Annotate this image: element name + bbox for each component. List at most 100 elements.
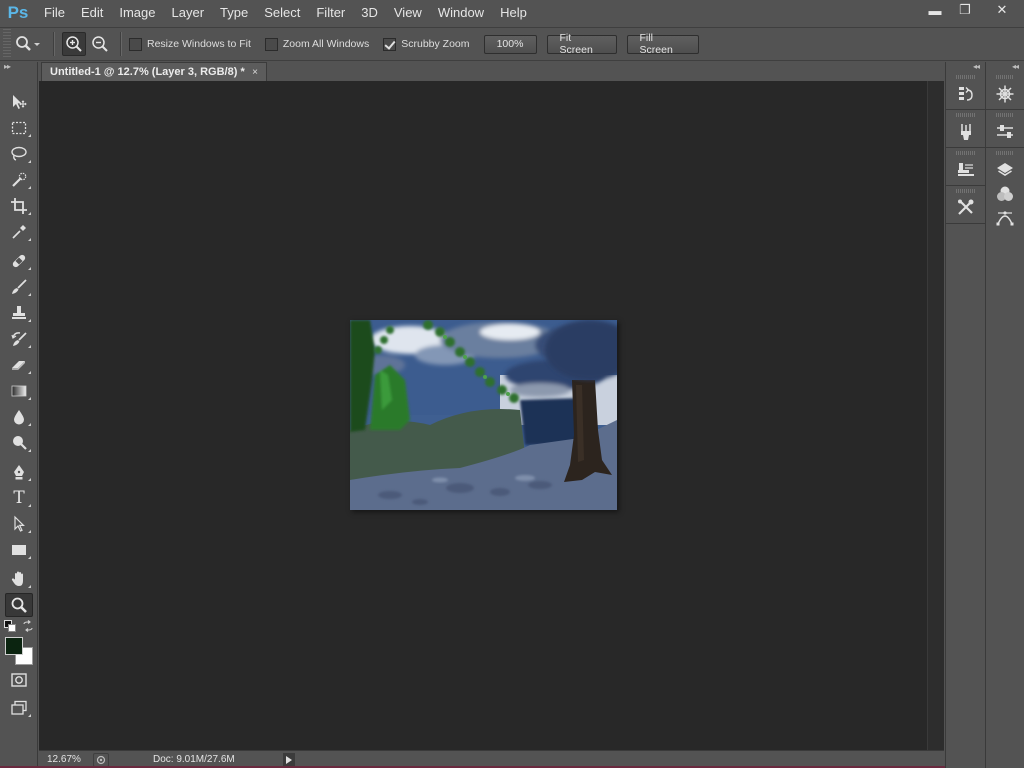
zoom-level-field[interactable]: 12.67% [39,754,85,765]
quick-mask-button[interactable] [5,668,33,692]
tool-flyout-indicator [28,504,31,507]
marquee-tool[interactable] [5,116,33,140]
path-selection-tool[interactable] [5,512,33,536]
rectangle-tool[interactable] [5,538,33,562]
swap-colors-button[interactable] [22,620,34,632]
quick-selection-tool[interactable] [5,168,33,192]
resize-windows-to-fit-box[interactable] [129,37,142,51]
panel-group [986,72,1024,110]
lasso-tool[interactable] [5,142,33,166]
panel-grip[interactable] [956,75,975,79]
bandage-icon [12,254,26,268]
tools-crossed-icon [957,199,973,215]
zoom-all-windows-label: Zoom All Windows [282,38,370,50]
menu-window[interactable]: Window [430,0,492,26]
document-tab-title: Untitled-1 @ 12.7% (Layer 3, RGB/8) * [50,66,245,78]
tool-flyout-indicator [28,585,31,588]
menu-view[interactable]: View [386,0,430,26]
menu-help[interactable]: Help [492,0,535,26]
scrubby-zoom-checkbox[interactable]: Scrubby Zoom [383,37,470,51]
panel-grip[interactable] [956,151,975,155]
actual-pixels-button[interactable]: 100% [483,34,537,54]
eraser-tool[interactable] [5,353,33,377]
blur-tool[interactable] [5,405,33,429]
dock-expand-button[interactable]: ◂◂ [946,62,985,72]
type-tool[interactable]: T [5,486,33,510]
zoom-all-windows-box[interactable] [264,37,278,51]
panel-grip[interactable] [996,75,1014,79]
zoom-in-button[interactable] [62,32,86,56]
clone-stamp-tool[interactable] [5,301,33,325]
hand-tool[interactable] [5,567,33,591]
scrubby-zoom-box[interactable] [383,37,397,51]
brush-presets-panel-button[interactable] [946,120,985,144]
close-button[interactable]: ✕ [980,0,1024,20]
clone-source-panel-button[interactable] [946,158,985,182]
move-tool[interactable] [5,90,33,114]
tool-flyout-indicator [28,238,31,241]
default-colors-icon [4,620,16,632]
menu-bar: Ps File Edit Image Layer Type Select Fil… [0,0,1024,26]
document-tab[interactable]: Untitled-1 @ 12.7% (Layer 3, RGB/8) * × [41,62,267,81]
screen-mode-button[interactable] [5,696,33,720]
water-drop-icon [14,410,24,425]
menu-select[interactable]: Select [256,0,308,26]
panel-grip[interactable] [956,189,975,193]
healing-brush-tool[interactable] [5,249,33,273]
tool-flyout-indicator [28,449,31,452]
panel-grip[interactable] [996,151,1014,155]
menu-type[interactable]: Type [212,0,256,26]
tool-flyout-indicator [28,530,31,533]
eyedropper-tool[interactable] [5,220,33,244]
history-brush-tool[interactable] [5,327,33,351]
tools-panel: ▸▸ T [0,62,38,768]
gradient-tool[interactable] [5,379,33,403]
history-panel-button[interactable] [946,82,985,106]
sliders-icon [997,125,1013,138]
menu-filter[interactable]: Filter [308,0,353,26]
divider [120,32,121,56]
paths-panel-button[interactable] [986,206,1024,230]
zoom-tool[interactable] [5,593,33,617]
menu-3d[interactable]: 3D [353,0,386,26]
menu-image[interactable]: Image [111,0,163,26]
resize-windows-to-fit-checkbox[interactable]: Resize Windows to Fit [129,37,251,51]
panel-group [946,186,985,224]
panel-grip[interactable] [956,113,975,117]
status-preview-button[interactable] [93,752,109,767]
status-menu-button[interactable] [283,752,295,767]
document-tab-close-icon[interactable]: × [252,67,258,78]
layers-panel-button[interactable] [986,158,1024,182]
foreground-color-swatch[interactable] [5,637,23,655]
brush-tool[interactable] [5,275,33,299]
zoom-out-button[interactable] [88,32,112,56]
options-bar-grip[interactable] [3,29,11,59]
menu-edit[interactable]: Edit [73,0,111,26]
document-canvas[interactable] [350,320,617,510]
pen-tool[interactable] [5,460,33,484]
adjustments-panel-button[interactable] [986,120,1024,144]
tools-panel-collapse[interactable]: ▸▸ [0,62,37,72]
crop-tool[interactable] [5,194,33,218]
divider [53,32,54,56]
navigator-panel-button[interactable] [986,82,1024,106]
channels-panel-button[interactable] [986,182,1024,206]
fit-screen-button[interactable]: Fit Screen [546,32,617,56]
tool-presets-panel-button[interactable] [946,196,985,220]
vertical-scrollbar[interactable] [927,81,944,750]
menu-layer[interactable]: Layer [164,0,213,26]
channels-icon [997,186,1013,201]
zoom-icon [16,36,40,51]
restore-button[interactable]: ❐ [950,0,980,20]
panel-grip[interactable] [996,113,1014,117]
menu-file[interactable]: File [36,0,73,26]
default-colors-button[interactable] [4,620,16,632]
zoom-all-windows-checkbox[interactable]: Zoom All Windows [264,37,370,51]
dodge-tool[interactable] [5,431,33,455]
canvas-workspace[interactable] [39,81,927,750]
minimize-button[interactable]: ▬ [920,0,950,20]
dock-expand-button[interactable]: ◂◂ [986,62,1024,72]
fill-screen-button[interactable]: Fill Screen [626,32,699,56]
tool-preset-picker[interactable] [11,32,45,56]
tool-flyout-indicator [28,293,31,296]
